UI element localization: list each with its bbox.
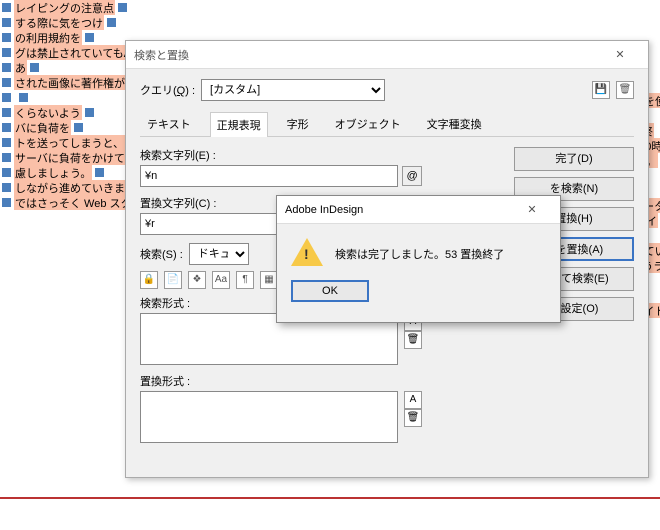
message-text: 検索は完了しました。53 置換終了	[335, 238, 504, 262]
tab-3[interactable]: オブジェクト	[328, 111, 408, 136]
find-input[interactable]	[140, 165, 398, 187]
query-select[interactable]: [カスタム]	[201, 79, 385, 101]
page-rule	[0, 497, 660, 499]
special-char-icon[interactable]: @	[402, 166, 422, 186]
done-button[interactable]: 完了(D)	[514, 147, 634, 171]
replace-format-label: 置換形式 :	[140, 373, 504, 389]
message-dialog: Adobe InDesign ✕ 検索は完了しました。53 置換終了 OK	[276, 195, 561, 323]
tab-4[interactable]: 文字種変換	[420, 111, 489, 136]
message-close-icon[interactable]: ✕	[512, 199, 552, 221]
opt-icon-5[interactable]: ¶	[236, 271, 254, 289]
opt-icon-2[interactable]: 📄	[164, 271, 182, 289]
query-label: クエリ(Q) :	[140, 82, 195, 98]
replace-format-specify-icon[interactable]: A	[404, 391, 422, 409]
bg-text-line: する際に気をつけ	[0, 15, 330, 30]
tab-1[interactable]: 正規表現	[210, 112, 268, 137]
ok-button[interactable]: OK	[291, 280, 369, 302]
opt-icon-4[interactable]: Aa	[212, 271, 230, 289]
opt-icon-3[interactable]: ❖	[188, 271, 206, 289]
message-title: Adobe InDesign	[285, 204, 363, 216]
tabs: テキスト正規表現字形オブジェクト文字種変換	[140, 111, 634, 137]
search-scope-select[interactable]: ドキュ	[189, 243, 249, 265]
replace-format-clear-icon[interactable]: 🗑	[404, 409, 422, 427]
search-scope-label: 検索(S) :	[140, 246, 183, 262]
tab-2[interactable]: 字形	[280, 111, 316, 136]
find-format-clear-icon[interactable]: 🗑	[404, 331, 422, 349]
bg-text-line: レイピングの注意点	[0, 0, 330, 15]
delete-query-icon[interactable]: 🗑	[616, 81, 634, 99]
tab-0[interactable]: テキスト	[140, 111, 198, 136]
dialog-title: 検索と置換	[134, 47, 189, 63]
close-icon[interactable]: ✕	[600, 44, 640, 66]
opt-icon-1[interactable]: 🔒	[140, 271, 158, 289]
replace-format-box[interactable]	[140, 391, 398, 443]
warning-icon	[291, 238, 323, 266]
save-query-icon[interactable]: 💾	[592, 81, 610, 99]
dialog-titlebar: 検索と置換 ✕	[126, 41, 648, 69]
find-label: 検索文字列(E) :	[140, 147, 504, 163]
